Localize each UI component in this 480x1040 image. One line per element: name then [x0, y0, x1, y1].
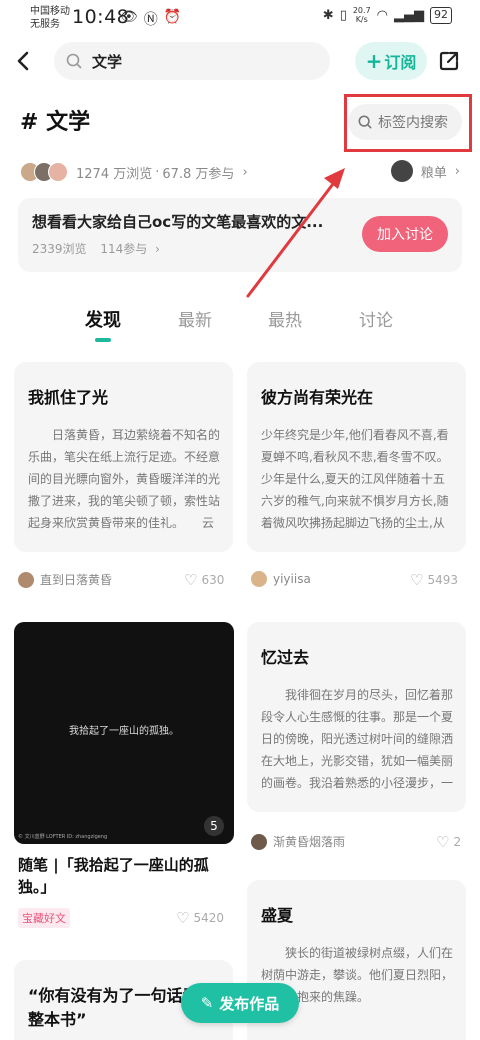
subscribe-button[interactable]: + 订阅	[355, 42, 427, 80]
post-title[interactable]: 随笔 |「我拾起了一座山的孤独。」	[18, 854, 230, 898]
heart-icon: ♡	[176, 909, 190, 927]
like-count: 630	[201, 573, 225, 587]
alarm-icon: ⏰	[163, 9, 182, 25]
like-button[interactable]: ♡ 5420	[176, 909, 224, 927]
post-title: 忆过去	[261, 648, 310, 667]
like-count: 2	[453, 835, 462, 849]
participant-avatars	[20, 162, 68, 182]
content-tabs: 发现 最新 最热 讨论	[0, 306, 480, 346]
post-card[interactable]: 忆过去 我徘徊在岁月的尽头，回忆着那段令人心生感慨的往事。那是一个夏日的傍晚，阳…	[247, 622, 466, 812]
author-name: yiyiisa	[273, 572, 311, 586]
carrier-name: 中国移动	[30, 6, 70, 17]
tab-discover[interactable]: 发现	[85, 306, 121, 332]
status-bar: 中国移动 无服务 10:48 👁 Ⓝ ⏰ ✱ ▯ 20.7 K/s ◠ ▂▄▆ …	[0, 0, 480, 36]
like-button[interactable]: ♡ 630	[184, 571, 224, 589]
search-bar[interactable]: 文学	[54, 42, 330, 80]
topic-participants: 114参与	[100, 242, 148, 256]
subscribe-label: 订阅	[384, 53, 417, 72]
heart-icon: ♡	[410, 571, 424, 589]
search-query: 文学	[92, 52, 123, 71]
like-button[interactable]: ♡ 2	[436, 833, 461, 851]
post-title: 我抓住了光	[28, 388, 109, 407]
chevron-right-icon: ›	[454, 163, 460, 179]
search-icon	[66, 53, 82, 69]
vibrate-icon: ▯	[339, 7, 347, 23]
topic-banner[interactable]: 想看看大家给自己oc写的文笔最喜欢的文... 2339浏览 114参与 › 加入…	[18, 198, 462, 272]
post-author[interactable]: yiyiisa	[251, 571, 311, 587]
topic-title: 想看看大家给自己oc写的文笔最喜欢的文...	[32, 213, 324, 231]
network-speed-unit: K/s	[355, 15, 368, 24]
ranking-link[interactable]: 粮单 ›	[390, 160, 460, 182]
author-name: 渐黄昏烟落雨	[273, 835, 346, 849]
bluetooth-icon: ✱	[322, 7, 334, 23]
post-card[interactable]: 彼方尚有荣光在 少年终究是少年,他们看春风不喜,看夏蝉不鸣,看秋风不悲,看冬雪不…	[247, 362, 466, 552]
image-post[interactable]: 我拾起了一座山的孤独。 © 文川蓝野 LOFTER ID: zhangzigen…	[14, 622, 234, 844]
post-title: 彼方尚有荣光在	[261, 388, 374, 407]
like-count: 5493	[427, 573, 458, 587]
avatar	[251, 833, 267, 850]
avatar	[48, 162, 68, 182]
carrier-info: 中国移动 无服务	[30, 5, 70, 31]
network-speed-value: 20.7	[352, 6, 371, 15]
ranking-label: 粮单	[420, 165, 447, 181]
avatar	[390, 160, 413, 182]
status-icons-left: 👁 Ⓝ ⏰	[120, 9, 181, 29]
pen-icon: ✎	[200, 994, 214, 1012]
post-excerpt: 日落黄昏，耳边萦绕着不知名的乐曲，笔尖在纸上流行足迹。不经意间的目光瞟向窗外，黄…	[28, 428, 221, 530]
avatar	[251, 571, 267, 587]
post-title: 盛夏	[261, 906, 294, 925]
back-arrow-icon[interactable]	[14, 50, 34, 72]
publish-button[interactable]: ✎ 发布作品	[181, 983, 299, 1023]
tab-hottest[interactable]: 最热	[268, 306, 302, 331]
post-author[interactable]: 直到日落黄昏	[18, 571, 112, 588]
service-status: 无服务	[30, 19, 60, 30]
topic-meta: 2339浏览 114参与 ›	[32, 240, 160, 257]
tab-latest[interactable]: 最新	[178, 306, 212, 331]
share-icon[interactable]	[438, 50, 460, 72]
views-count: 1274 万浏览	[76, 166, 153, 182]
chevron-right-icon: ›	[155, 242, 160, 256]
post-excerpt: 我徘徊在岁月的尽头，回忆着那段令人心生感慨的往事。那是一个夏日的傍晚，阳光透过树…	[261, 688, 454, 790]
participants-count: 67.8 万参与	[162, 166, 235, 182]
post-excerpt: 少年终究是少年,他们看春风不喜,看夏蝉不鸣,看秋风不悲,看冬雪不叹。 少年是什么…	[261, 428, 449, 530]
image-caption: 我拾起了一座山的孤独。	[69, 726, 179, 737]
network-speed: 20.7 K/s	[353, 6, 371, 24]
avatar	[18, 571, 34, 588]
signal-icon: ▂▄▆	[394, 7, 424, 23]
status-icons-right: ✱ ▯ 20.7 K/s ◠ ▂▄▆ 92	[323, 6, 452, 24]
post-author[interactable]: 渐黄昏烟落雨	[251, 833, 345, 850]
tag-stats[interactable]: 1274 万浏览 · 67.8 万参与 ›	[20, 160, 248, 184]
publish-label: 发布作品	[219, 994, 280, 1013]
eye-icon: 👁	[120, 9, 138, 25]
chevron-right-icon: ›	[242, 164, 248, 180]
tab-indicator	[95, 338, 111, 342]
topic-views: 2339浏览	[32, 242, 87, 256]
like-button[interactable]: ♡ 5493	[410, 571, 458, 589]
author-name: 直到日落黄昏	[40, 573, 113, 587]
wifi-icon: ◠	[376, 7, 388, 23]
post-card[interactable]: 我抓住了光 日落黄昏，耳边萦绕着不知名的乐曲，笔尖在纸上流行足迹。不经意间的目光…	[14, 362, 233, 552]
heart-icon: ♡	[184, 571, 198, 589]
highlight-box	[344, 94, 472, 152]
treasure-badge: 宝藏好文	[18, 908, 70, 928]
tag-title: # 文学	[20, 110, 91, 135]
dot-separator: ·	[155, 164, 160, 180]
battery-icon: 92	[430, 6, 452, 24]
plus-icon: +	[365, 49, 383, 73]
image-count-badge: 5	[204, 816, 224, 836]
heart-icon: ♡	[436, 833, 450, 851]
image-watermark: © 文川蓝野 LOFTER ID: zhangzigeng	[18, 834, 108, 840]
nfc-icon: Ⓝ	[143, 12, 158, 28]
join-discussion-button[interactable]: 加入讨论	[362, 216, 448, 252]
tab-discussion[interactable]: 讨论	[359, 306, 393, 331]
like-count: 5420	[193, 911, 224, 925]
